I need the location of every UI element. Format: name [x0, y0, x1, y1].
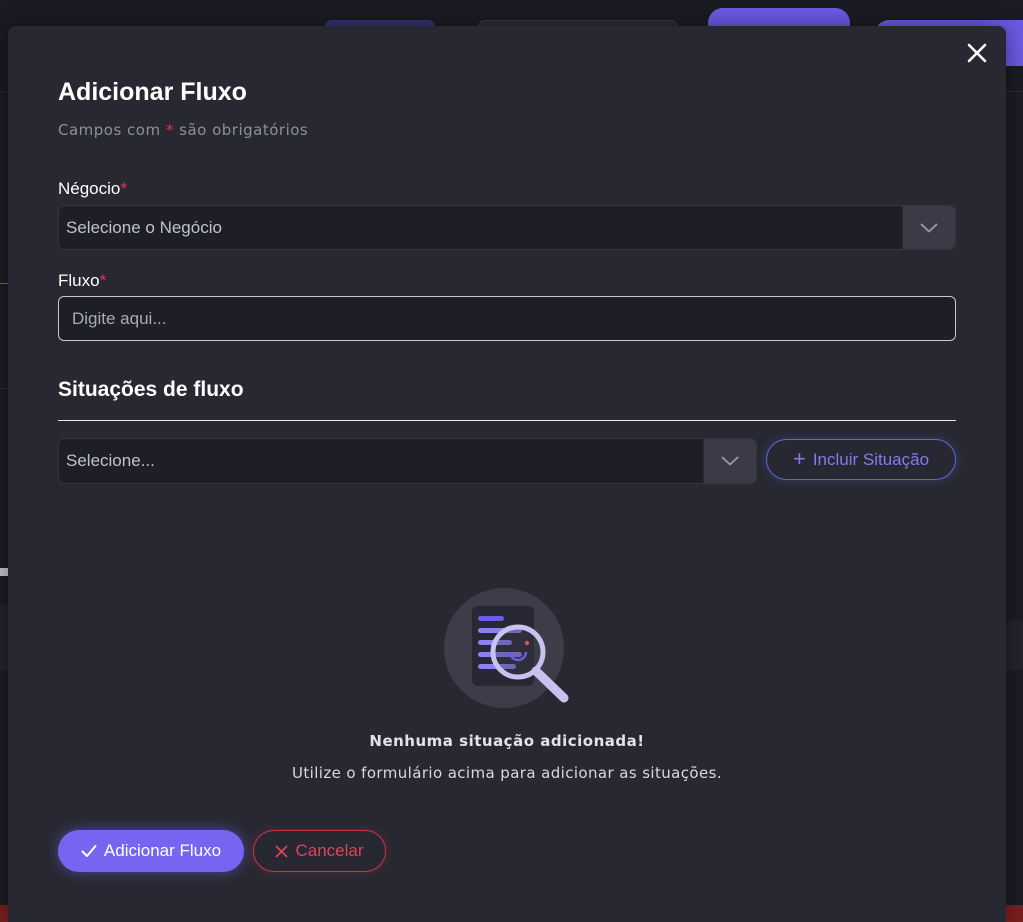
situacao-select[interactable]: Selecione... — [58, 438, 757, 484]
add-flow-modal: Adicionar Fluxo Campos com * são obrigat… — [8, 26, 1006, 922]
cancel-button-label: Cancelar — [295, 841, 364, 860]
negocio-label-text: Négocio — [58, 179, 121, 198]
background-line — [0, 283, 8, 284]
required-fields-note: Campos com * são obrigatórios — [58, 121, 308, 139]
fluxo-input[interactable] — [58, 296, 956, 341]
background-block — [0, 568, 8, 576]
close-icon[interactable] — [966, 42, 988, 64]
required-note-suffix: são obrigatórios — [173, 121, 309, 139]
empty-state-description: Utilize o formulário acima para adiciona… — [292, 764, 722, 782]
close-icon — [275, 845, 288, 858]
negocio-label: Négocio* — [58, 179, 127, 199]
required-asterisk: * — [99, 271, 107, 290]
background-block — [1006, 620, 1023, 670]
background-block — [0, 605, 8, 670]
chevron-down-icon[interactable] — [703, 439, 756, 483]
fluxo-label-text: Fluxo — [58, 271, 100, 290]
negocio-select-value: Selecione o Negócio — [66, 217, 222, 237]
required-asterisk: * — [120, 179, 127, 198]
required-note-prefix: Campos com — [58, 121, 166, 139]
add-situation-button[interactable]: + Incluir Situação — [766, 439, 956, 480]
required-asterisk: * — [165, 121, 174, 139]
empty-search-illustration-icon — [444, 588, 570, 708]
add-flow-button[interactable]: Adicionar Fluxo — [58, 830, 244, 872]
modal-title: Adicionar Fluxo — [58, 78, 247, 106]
negocio-select[interactable]: Selecione o Negócio — [58, 205, 956, 250]
fluxo-label: Fluxo* — [58, 271, 106, 291]
section-title-situacoes: Situações de fluxo — [58, 378, 244, 401]
situacao-select-value: Selecione... — [66, 451, 155, 470]
section-divider — [58, 420, 956, 421]
cancel-button[interactable]: Cancelar — [253, 830, 386, 872]
add-flow-button-label: Adicionar Fluxo — [103, 841, 222, 860]
chevron-down-icon[interactable] — [902, 206, 955, 249]
plus-icon: + — [792, 445, 806, 471]
check-icon — [81, 844, 97, 858]
add-situation-label: Incluir Situação — [812, 449, 930, 469]
empty-state-title: Nenhuma situação adicionada! — [369, 732, 645, 750]
background-line — [0, 388, 8, 389]
